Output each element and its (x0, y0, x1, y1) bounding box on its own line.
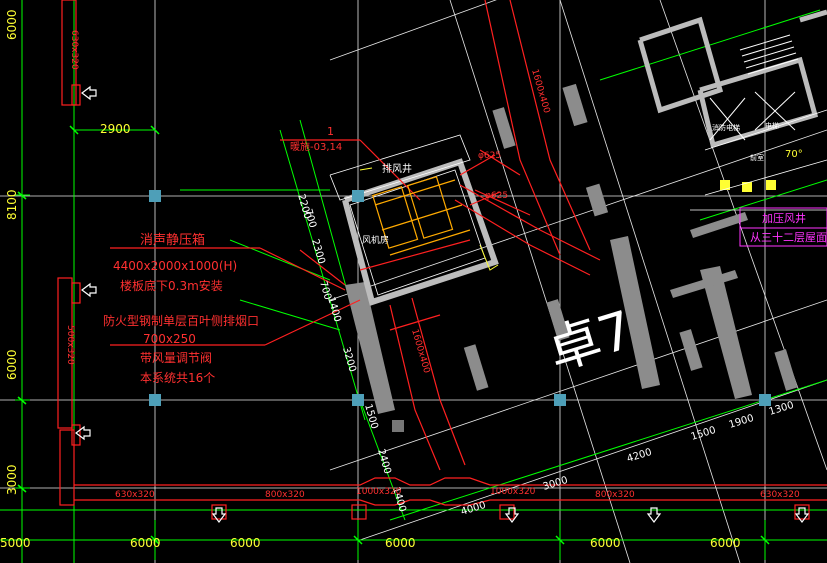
duct-size-vertical-mid: 500x320 (65, 325, 75, 365)
louver-size: 700x250 (143, 332, 196, 346)
duct-size-bottom-630-right: 630x320 (760, 490, 800, 500)
dim-2400: 2400 (375, 448, 393, 475)
cad-drawing-canvas[interactable]: 6000 8100 6000 3000 2900 5000 6000 6000 … (0, 0, 827, 563)
column (759, 394, 771, 406)
room-elevator-1: 消防电梯 (712, 123, 740, 132)
room-elevator-2: 电梯 (765, 121, 779, 130)
duct-size-bottom-800-a: 800x320 (265, 490, 305, 500)
damper-label: 带风量调节阀 (140, 351, 212, 365)
dim-bottom-6000-e: 6000 (710, 536, 741, 550)
dim-left-8100: 8100 (5, 189, 19, 220)
dim-bottom-6000-b: 6000 (230, 536, 261, 550)
duct-connectors (71, 84, 810, 520)
duct-size-bottom-1000: 1000x320 (356, 487, 402, 497)
column (149, 394, 161, 406)
note-number: 1 (327, 125, 334, 138)
dim-4000: 4000 (460, 500, 488, 518)
duct-size-diag-mid: 1600x400 (409, 328, 431, 375)
room-exhaust-shaft: 排风井 (382, 162, 412, 175)
dim-3200: 3200 (340, 346, 358, 373)
dim-2300: 2300 (309, 238, 327, 265)
dim-4200: 4200 (626, 447, 654, 465)
column (554, 394, 566, 406)
count-label: 本系统共16个 (140, 371, 215, 385)
note-reference: 暖施-03,14 (290, 140, 342, 153)
silencer-title: 消声静压箱 (140, 232, 205, 248)
dim-bottom-6000-c: 6000 (385, 536, 416, 550)
dim-bottom-6000-d: 6000 (590, 536, 621, 550)
dim-bottom-6000-a: 6000 (130, 536, 161, 550)
column (352, 190, 364, 202)
air-outlet-arrows (75, 85, 810, 523)
room-lobby: 前室 (750, 153, 764, 162)
column (149, 190, 161, 202)
duct-size-bottom-800-b: 800x320 (595, 490, 635, 500)
louver-title: 防火型钢制单层百叶侧排烟口 (103, 313, 259, 328)
dim-1300: 1300 (768, 400, 796, 418)
column (352, 394, 364, 406)
columns (149, 190, 771, 432)
duct-size-vertical-top: 630x320 (69, 30, 79, 70)
dim-left-3000: 3000 (5, 464, 19, 495)
dim-1500-b: 1500 (690, 425, 718, 443)
room-fan-room: 风机房 (362, 234, 389, 246)
dim-3000: 3000 (542, 475, 570, 493)
silencer-size: 4400x2000x1000(H) (113, 259, 237, 273)
elevator-doors (720, 180, 776, 192)
duct-size-phi-625: φ625 (478, 151, 501, 161)
dim-1400: 1400 (325, 296, 343, 323)
dim-700-a: 700 (302, 208, 318, 229)
silencer-install: 楼板底下0.3m安装 (120, 278, 223, 293)
duct-size-phi-625-b: φ625 (485, 191, 508, 201)
duct-size-bottom-630-left: 630x320 (115, 490, 155, 500)
dim-left-top: 6000 (5, 9, 19, 40)
fan-room-walls (342, 158, 499, 306)
dim-left-6000: 6000 (5, 349, 19, 380)
pressure-shaft-label: 加压风井 (762, 211, 806, 225)
pressure-shaft-source: 从三十二层屋面 (750, 230, 827, 244)
dim-2900: 2900 (100, 122, 131, 136)
duct-size-bottom-1000-b: 1000x320 (490, 487, 536, 497)
column (392, 420, 404, 432)
dim-1900: 1900 (728, 413, 756, 431)
dim-bottom-5000: 5000 (0, 536, 31, 550)
angle-label: 70° (785, 149, 803, 160)
